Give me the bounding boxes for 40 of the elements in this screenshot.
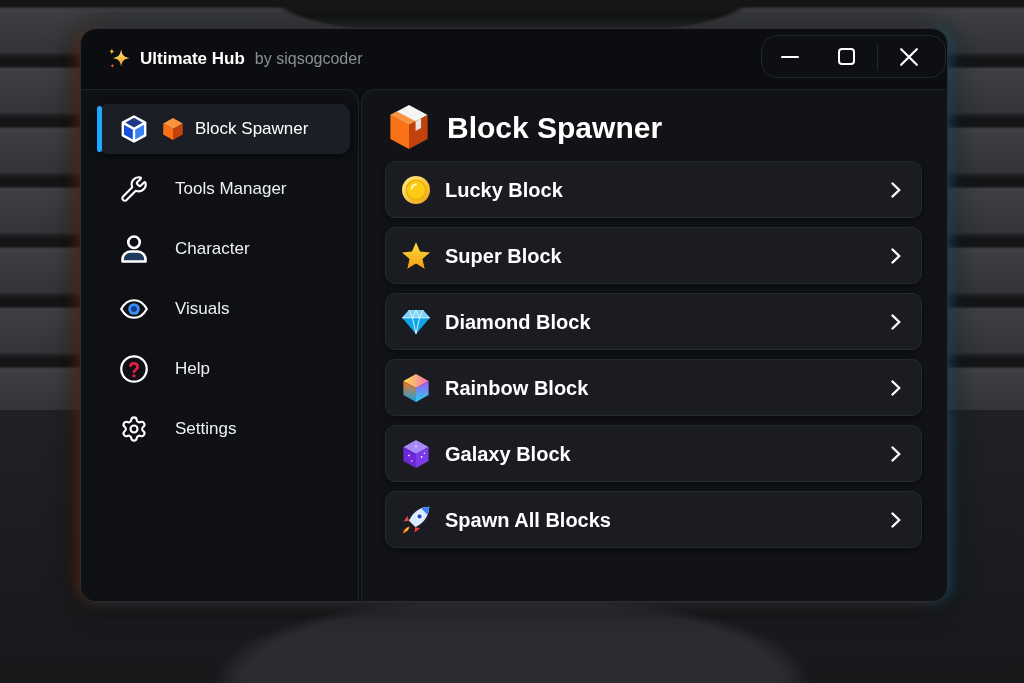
block-option[interactable]: Rainbow Block: [385, 359, 922, 416]
sidebar-item[interactable]: Settings: [98, 404, 350, 454]
star-icon: [402, 242, 430, 269]
block-option[interactable]: Spawn All Blocks: [385, 491, 922, 548]
wrench-icon: [120, 175, 148, 203]
sparkle-icon: [108, 47, 131, 71]
help-icon: [120, 355, 148, 383]
sidebar-item[interactable]: Character: [98, 224, 350, 274]
chevron-icon: [891, 511, 901, 528]
cube-icon: [120, 115, 148, 143]
rocket-icon: [402, 505, 430, 534]
window-subtitle: by siqsogcoder: [254, 49, 363, 69]
minimize-icon: [781, 55, 799, 58]
close-icon: [900, 47, 918, 66]
user-icon: [121, 235, 147, 263]
chevron-icon: [891, 181, 901, 198]
block-option[interactable]: Diamond Block: [385, 293, 922, 350]
rainbow-cube-icon: [403, 373, 429, 402]
sidebar-item[interactable]: Help: [98, 344, 350, 394]
window-title: Ultimate Hub: [140, 48, 245, 71]
small-cube-icon: [163, 118, 183, 140]
coin-icon: [402, 175, 430, 204]
galaxy-cube-icon: [403, 439, 429, 468]
diamond-icon: [402, 309, 430, 334]
chevron-icon: [891, 379, 901, 396]
block-option[interactable]: Super Block: [385, 227, 922, 284]
chevron-icon: [891, 247, 901, 264]
settings-icon: [120, 415, 148, 443]
block-option[interactable]: Galaxy Block: [385, 425, 922, 482]
active-indicator: [97, 106, 102, 152]
eye-icon: [120, 299, 148, 319]
sidebar-item[interactable]: Tools Manager: [98, 164, 350, 214]
chevron-icon: [891, 313, 901, 330]
block-option[interactable]: Lucky Block: [385, 161, 922, 218]
box-icon: [389, 104, 429, 150]
sidebar-item[interactable]: Block Spawner: [98, 104, 350, 154]
panel-title: Block Spawner: [447, 109, 663, 146]
maximize-icon: [837, 48, 855, 65]
sidebar-item[interactable]: Visuals: [98, 284, 350, 334]
chevron-icon: [891, 445, 901, 462]
